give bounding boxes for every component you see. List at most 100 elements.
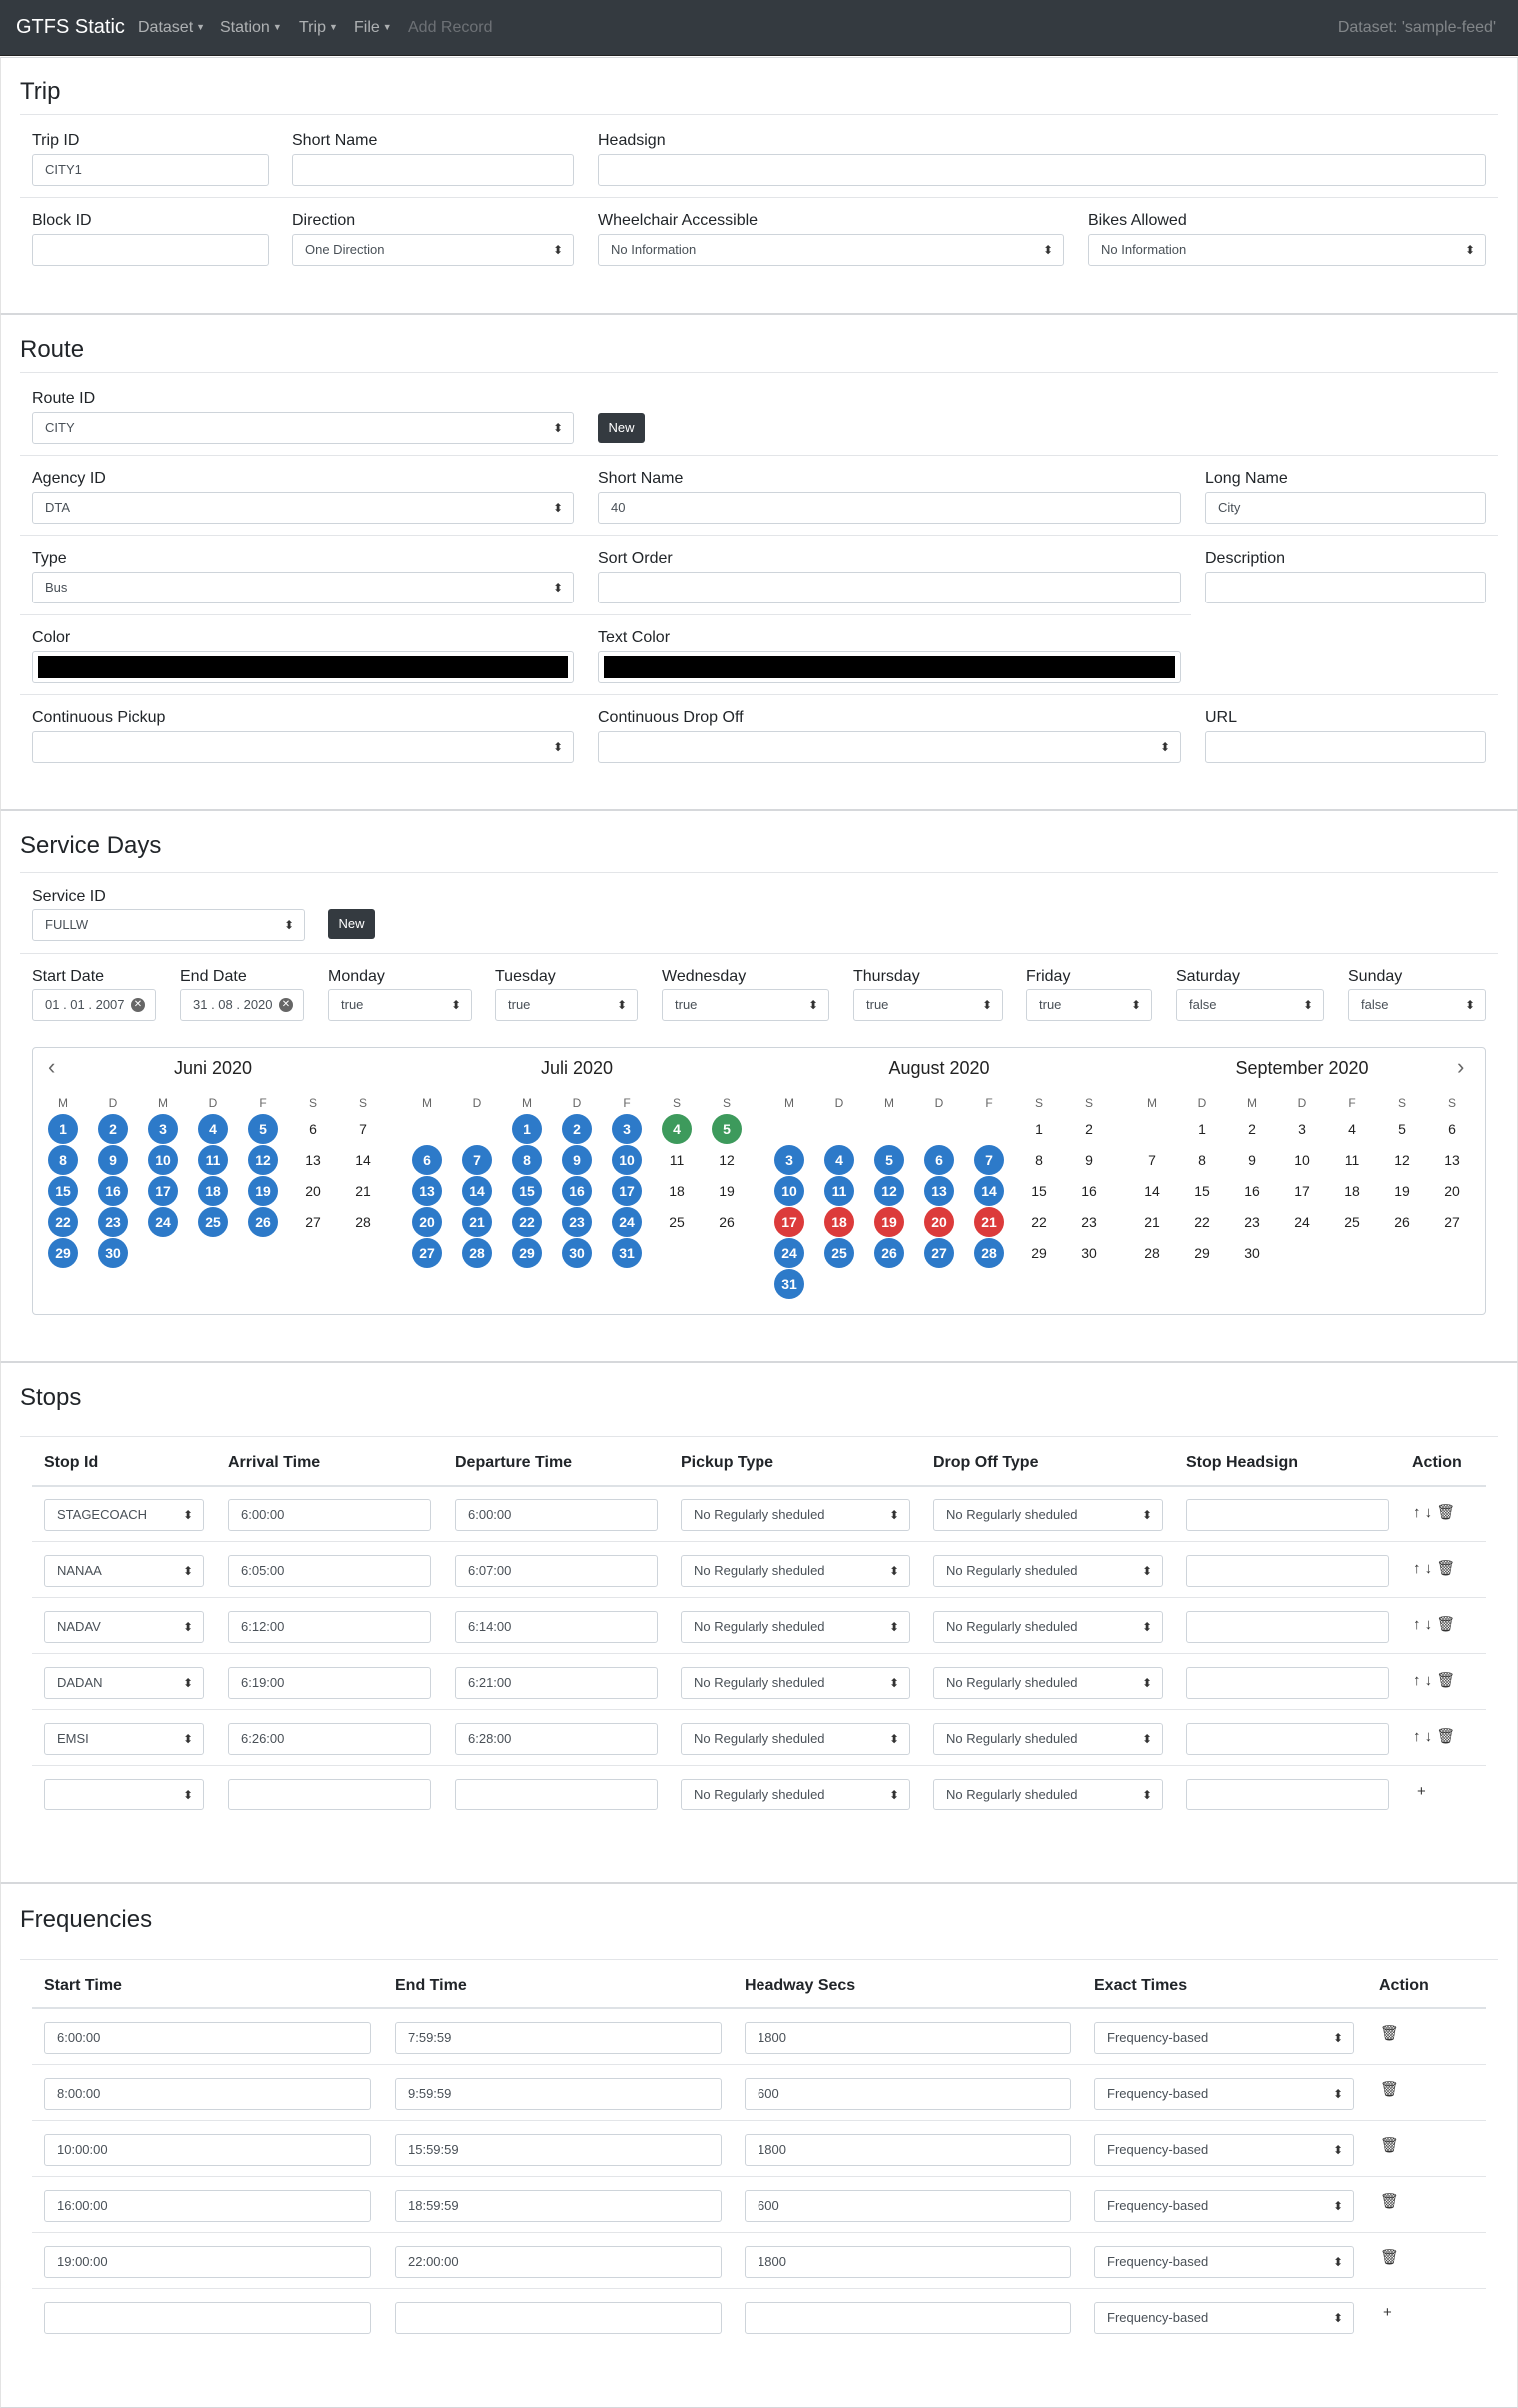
dropoff-type-select[interactable]: No Regularly sheduled: [933, 1723, 1163, 1755]
calendar-day-active[interactable]: 2: [98, 1114, 128, 1144]
calendar-day-active[interactable]: 4: [198, 1114, 228, 1144]
calendar-day[interactable]: 26: [1387, 1207, 1417, 1237]
calendar-day-active[interactable]: 5: [248, 1114, 278, 1144]
calendar-day-active[interactable]: 22: [48, 1207, 78, 1237]
calendar-day-active[interactable]: 20: [412, 1207, 442, 1237]
trash-icon[interactable]: 🗑: [1436, 1672, 1455, 1689]
clear-icon[interactable]: ✕: [279, 998, 293, 1012]
agency-id-select[interactable]: DTA: [32, 492, 574, 524]
color-picker[interactable]: [32, 651, 574, 683]
calendar-day-active[interactable]: 10: [612, 1145, 642, 1175]
pickup-type-select[interactable]: No Regularly sheduled: [681, 1667, 910, 1699]
menu-station[interactable]: Station ▼: [220, 19, 282, 37]
calendar-day[interactable]: 19: [712, 1176, 742, 1206]
calendar-day[interactable]: 30: [1074, 1238, 1104, 1268]
calendar-day-active[interactable]: 9: [562, 1145, 592, 1175]
exact-times-select[interactable]: Frequency-based: [1094, 2022, 1354, 2054]
exact-times-select[interactable]: Frequency-based: [1094, 2302, 1354, 2334]
friday-select[interactable]: true: [1026, 989, 1152, 1021]
calendar-day[interactable]: 1: [1024, 1114, 1054, 1144]
calendar-day[interactable]: 17: [1287, 1176, 1317, 1206]
arrival-time-input[interactable]: 6:05:00: [228, 1555, 431, 1587]
calendar-day[interactable]: 14: [348, 1145, 378, 1175]
pickup-type-select[interactable]: No Regularly sheduled: [681, 1499, 910, 1531]
calendar-day-active[interactable]: 1: [48, 1114, 78, 1144]
calendar-day[interactable]: 29: [1187, 1238, 1217, 1268]
calendar-day-active[interactable]: 15: [48, 1176, 78, 1206]
calendar-day[interactable]: 11: [1337, 1145, 1367, 1175]
wednesday-select[interactable]: true: [662, 989, 829, 1021]
calendar-day[interactable]: 18: [1337, 1176, 1367, 1206]
stop-id-select[interactable]: EMSI: [44, 1723, 204, 1755]
wheelchair-select[interactable]: No Information: [598, 234, 1064, 266]
calendar-day-active[interactable]: 13: [924, 1176, 954, 1206]
calendar-day[interactable]: 14: [1137, 1176, 1167, 1206]
add-record-link[interactable]: Add Record: [408, 19, 493, 37]
calendar-day-removed[interactable]: 19: [874, 1207, 904, 1237]
arrival-time-input[interactable]: [228, 1779, 431, 1810]
end-time-input[interactable]: 18:59:59: [395, 2190, 722, 2222]
tuesday-select[interactable]: true: [495, 989, 638, 1021]
departure-time-input[interactable]: 6:07:00: [455, 1555, 658, 1587]
calendar-day-active[interactable]: 7: [974, 1145, 1004, 1175]
url-input[interactable]: [1205, 731, 1486, 763]
type-select[interactable]: Bus: [32, 572, 574, 603]
calendar-day-active[interactable]: 27: [412, 1238, 442, 1268]
arrow-up-icon[interactable]: ↑: [1413, 1504, 1421, 1521]
exact-times-select[interactable]: Frequency-based: [1094, 2078, 1354, 2110]
end-time-input[interactable]: 22:00:00: [395, 2246, 722, 2278]
calendar-day-added[interactable]: 4: [662, 1114, 692, 1144]
saturday-select[interactable]: false: [1176, 989, 1324, 1021]
trash-icon[interactable]: 🗑: [1436, 1616, 1455, 1633]
pickup-type-select[interactable]: No Regularly sheduled: [681, 1611, 910, 1643]
short-name-input[interactable]: [292, 154, 574, 186]
brand[interactable]: GTFS Static: [16, 16, 125, 39]
stop-id-select[interactable]: STAGECOACH: [44, 1499, 204, 1531]
calendar-day-active[interactable]: 25: [824, 1238, 854, 1268]
calendar-day[interactable]: 8: [1024, 1145, 1054, 1175]
calendar-day-active[interactable]: 11: [198, 1145, 228, 1175]
end-time-input[interactable]: 9:59:59: [395, 2078, 722, 2110]
calendar-day[interactable]: 23: [1074, 1207, 1104, 1237]
trash-icon[interactable]: 🗑: [1380, 2248, 1399, 2266]
calendar-day-active[interactable]: 12: [248, 1145, 278, 1175]
calendar-day[interactable]: 5: [1387, 1114, 1417, 1144]
exact-times-select[interactable]: Frequency-based: [1094, 2246, 1354, 2278]
departure-time-input[interactable]: 6:21:00: [455, 1667, 658, 1699]
dropoff-type-select[interactable]: No Regularly sheduled: [933, 1667, 1163, 1699]
calendar-day[interactable]: 13: [298, 1145, 328, 1175]
arrow-up-icon[interactable]: ↑: [1413, 1560, 1421, 1577]
direction-select[interactable]: One Direction: [292, 234, 574, 266]
stop-headsign-input[interactable]: [1186, 1667, 1389, 1699]
stop-headsign-input[interactable]: [1186, 1499, 1389, 1531]
end-time-input[interactable]: 15:59:59: [395, 2134, 722, 2166]
calendar-day-active[interactable]: 3: [774, 1145, 804, 1175]
calendar-day[interactable]: 27: [298, 1207, 328, 1237]
pickup-type-select[interactable]: No Regularly sheduled: [681, 1723, 910, 1755]
calendar-day-active[interactable]: 17: [612, 1176, 642, 1206]
calendar-day[interactable]: 6: [1437, 1114, 1467, 1144]
calendar-day-active[interactable]: 8: [512, 1145, 542, 1175]
text-color-picker[interactable]: [598, 651, 1181, 683]
departure-time-input[interactable]: 6:28:00: [455, 1723, 658, 1755]
calendar-day-active[interactable]: 16: [562, 1176, 592, 1206]
calendar-day[interactable]: 4: [1337, 1114, 1367, 1144]
dropoff-type-select[interactable]: No Regularly sheduled: [933, 1499, 1163, 1531]
calendar-day[interactable]: 22: [1024, 1207, 1054, 1237]
exact-times-select[interactable]: Frequency-based: [1094, 2134, 1354, 2166]
new-service-button[interactable]: New: [328, 909, 375, 939]
dropoff-type-select[interactable]: No Regularly sheduled: [933, 1779, 1163, 1810]
calendar-day[interactable]: 9: [1237, 1145, 1267, 1175]
sort-order-input[interactable]: [598, 572, 1181, 603]
calendar-day-active[interactable]: 26: [248, 1207, 278, 1237]
calendar-day-active[interactable]: 30: [98, 1238, 128, 1268]
headway-secs-input[interactable]: 1800: [745, 2246, 1071, 2278]
service-id-select[interactable]: FULLW: [32, 909, 305, 941]
pickup-type-select[interactable]: No Regularly sheduled: [681, 1779, 910, 1810]
calendar-day[interactable]: 10: [1287, 1145, 1317, 1175]
calendar-day-active[interactable]: 2: [562, 1114, 592, 1144]
stop-id-select[interactable]: NANAA: [44, 1555, 204, 1587]
calendar-day[interactable]: 21: [1137, 1207, 1167, 1237]
exact-times-select[interactable]: Frequency-based: [1094, 2190, 1354, 2222]
calendar-day-active[interactable]: 24: [148, 1207, 178, 1237]
